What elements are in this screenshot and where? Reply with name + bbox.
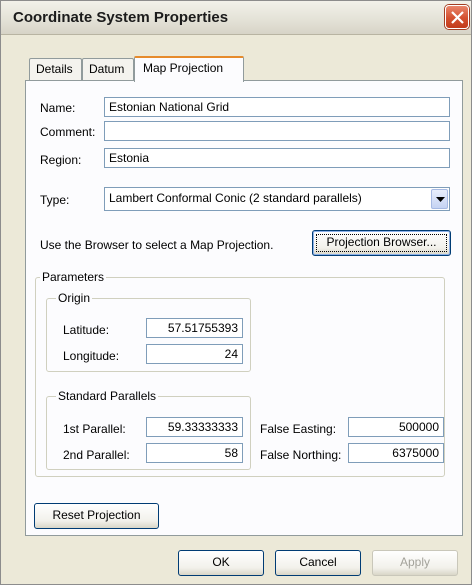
reset-projection-button[interactable]: Reset Projection [34, 503, 159, 529]
ok-button[interactable]: OK [178, 550, 264, 576]
standard-parallels-title: Standard Parallels [56, 389, 159, 403]
parameters-title: Parameters [40, 270, 107, 284]
second-parallel-field[interactable]: 58 [146, 443, 243, 463]
cancel-button[interactable]: Cancel [275, 550, 361, 576]
longitude-label: Longitude: [63, 349, 120, 363]
false-easting-label: False Easting: [260, 422, 337, 436]
type-label: Type: [40, 193, 70, 207]
close-icon [451, 11, 464, 24]
projection-type-select[interactable]: Lambert Conformal Conic (2 standard para… [104, 187, 450, 211]
window-title: Coordinate System Properties [13, 9, 229, 26]
tab-map-projection[interactable]: Map Projection [134, 56, 244, 82]
region-label: Region: [40, 153, 82, 167]
focus-ring [316, 234, 447, 252]
tab-details[interactable]: Details [29, 58, 82, 80]
latitude-label: Latitude: [63, 323, 110, 337]
false-northing-label: False Northing: [260, 448, 342, 462]
first-parallel-label: 1st Parallel: [63, 422, 126, 436]
projection-type-value: Lambert Conformal Conic (2 standard para… [109, 191, 362, 205]
chevron-down-icon [436, 197, 445, 202]
first-parallel-field[interactable]: 59.33333333 [146, 417, 243, 437]
region-field[interactable]: Estonia [104, 148, 450, 168]
browser-hint: Use the Browser to select a Map Projecti… [40, 238, 274, 252]
false-northing-field[interactable]: 6375000 [348, 443, 444, 463]
comment-label: Comment: [40, 125, 96, 139]
close-button[interactable] [445, 5, 469, 29]
longitude-field[interactable]: 24 [146, 344, 243, 364]
tab-datum[interactable]: Datum [82, 58, 134, 80]
coordinate-system-dialog: Coordinate System Properties Details Dat… [0, 0, 472, 585]
title-bar[interactable]: Coordinate System Properties [1, 1, 471, 35]
latitude-field[interactable]: 57.51755393 [146, 318, 243, 338]
projection-browser-button[interactable]: Projection Browser... [312, 230, 451, 256]
name-label: Name: [40, 101, 76, 115]
apply-button[interactable]: Apply [372, 550, 458, 576]
origin-title: Origin [56, 291, 93, 305]
dropdown-arrow[interactable] [431, 189, 448, 209]
name-field[interactable]: Estonian National Grid [104, 97, 450, 117]
second-parallel-label: 2nd Parallel: [63, 448, 130, 462]
false-easting-field[interactable]: 500000 [348, 417, 444, 437]
comment-field[interactable] [104, 121, 450, 141]
